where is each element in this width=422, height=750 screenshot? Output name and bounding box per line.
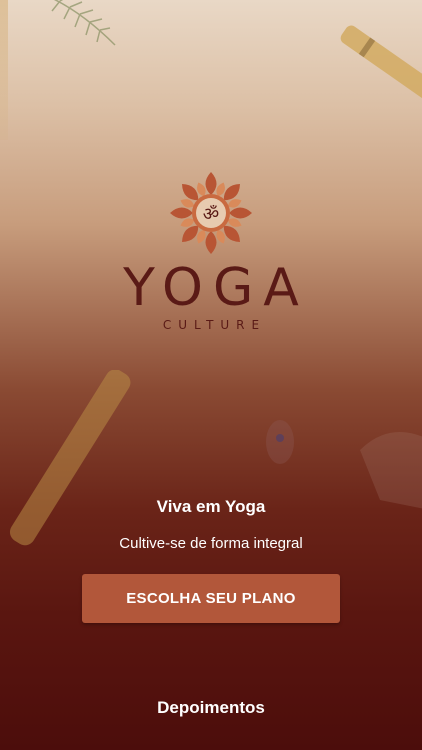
flute-decoration-top: [340, 25, 422, 106]
hero-headline: Viva em Yoga: [156, 497, 266, 516]
flute-decoration-left: [9, 370, 131, 546]
hero-subline: Cultive-se de forma integral: [119, 535, 303, 552]
testimonials-link[interactable]: Depoimentos: [0, 698, 422, 718]
om-symbol: ॐ: [203, 204, 219, 225]
fern-leaf-decoration: [51, 0, 116, 46]
choose-plan-button[interactable]: ESCOLHA SEU PLANO: [82, 574, 340, 623]
lotus-mandala-icon: ॐ: [170, 172, 252, 254]
background-strip: [0, 0, 8, 140]
logo-subtitle: CULTURE: [162, 318, 267, 332]
logo-wordmark: YOGA: [123, 258, 309, 318]
statue-decoration: [266, 420, 294, 464]
yoga-culture-logo: ॐ YOGA CULTURE: [0, 170, 422, 332]
